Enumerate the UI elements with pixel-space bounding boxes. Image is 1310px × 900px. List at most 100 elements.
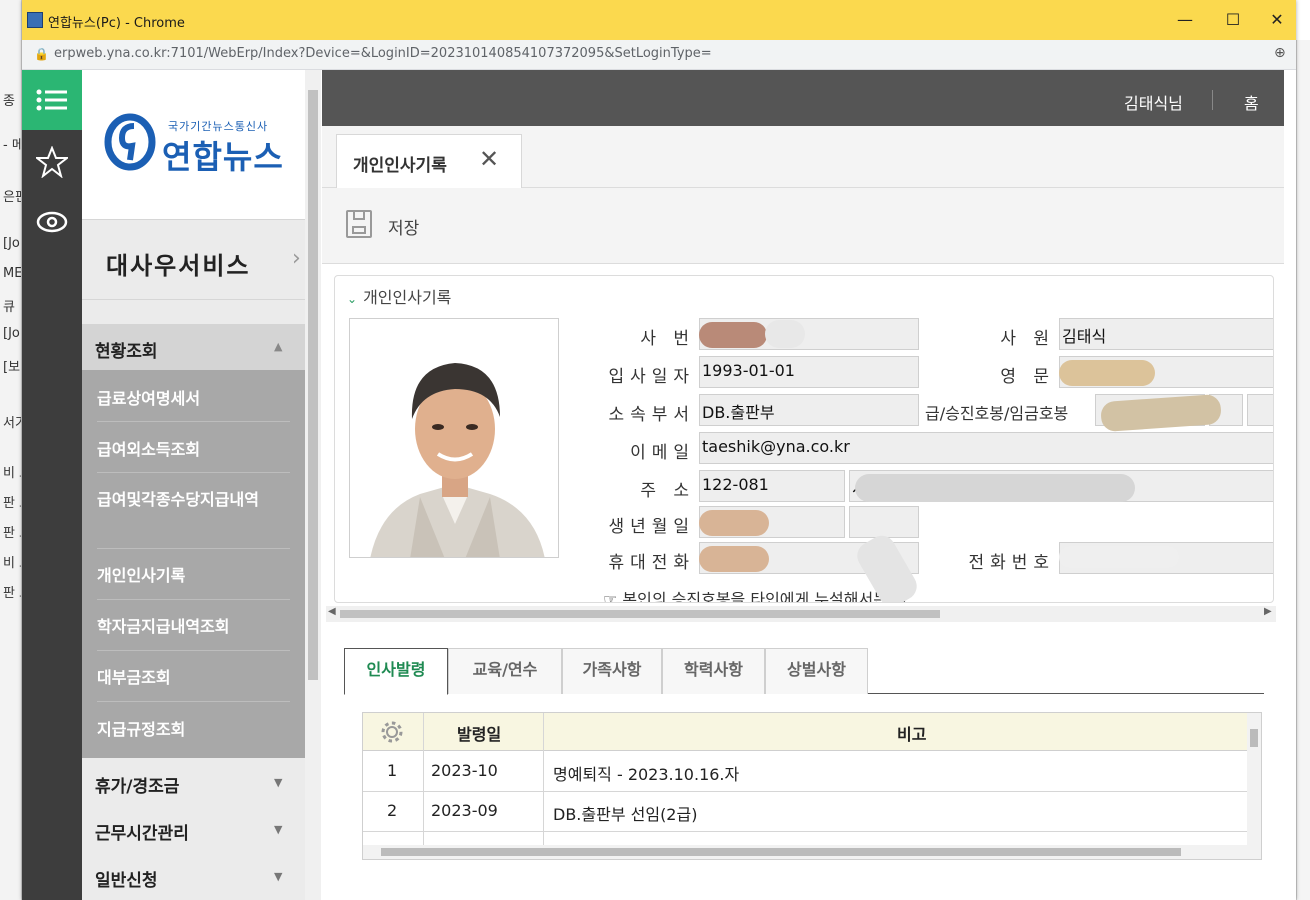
caret-down-icon: ▼ — [274, 823, 283, 836]
scrollbar-thumb[interactable] — [1250, 729, 1258, 747]
dept-label: 소속부서 — [608, 405, 695, 425]
phone-label: 전화번호 — [968, 553, 1055, 573]
cell-date[interactable]: 2023-09 — [431, 801, 498, 820]
sidebar-item-allowances[interactable]: 급여및각종수당지급내역 — [97, 473, 290, 549]
sidebar: 국가기간뉴스통신사 연합뉴스 대사우서비스 › 현황조회 ▲ 급료상여명세서 급… — [82, 70, 321, 900]
caret-up-icon: ▲ — [274, 340, 283, 353]
chevron-right-icon: › — [292, 246, 301, 271]
redaction — [1059, 360, 1155, 386]
dept-field[interactable]: DB.출판부 — [699, 394, 919, 426]
logo[interactable]: 국가기간뉴스통신사 연합뉴스 — [82, 70, 305, 220]
sidebar-scrollbar[interactable] — [305, 70, 321, 900]
settings-gear-icon[interactable] — [379, 719, 405, 745]
divider — [1212, 90, 1213, 110]
portrait-image — [350, 319, 558, 557]
menu-group-status[interactable]: 현황조회 ▲ — [82, 324, 305, 370]
address-label: 주 소 — [640, 481, 695, 501]
home-link[interactable]: 홈 — [1244, 90, 1259, 114]
bg-text: 비 보 — [3, 556, 21, 571]
main-content: 김태식님 홈 개인인사기록 ✕ 저장 ⌄ 개인인사기록 사 번 사 원 김태식 … — [322, 70, 1284, 900]
tab-family[interactable]: 가족사항 — [562, 648, 662, 694]
tab-personnel-record[interactable]: 개인인사기록 ✕ — [336, 134, 522, 188]
menu-group-worktime[interactable]: 근무시간관리 ▼ — [82, 807, 305, 853]
chevron-down-icon: ⌄ — [347, 292, 358, 306]
bg-text: 비 보 — [3, 466, 21, 481]
bg-text: 판 보 — [3, 496, 21, 511]
eye-icon[interactable] — [36, 210, 68, 234]
scrollbar-thumb[interactable] — [308, 90, 318, 680]
maximize-icon[interactable]: ☐ — [1218, 8, 1248, 32]
save-icon[interactable] — [346, 210, 372, 238]
tab-awards[interactable]: 상벌사항 — [765, 648, 868, 694]
row-number: 1 — [387, 761, 398, 780]
section-title[interactable]: 대사우서비스 › — [82, 220, 305, 300]
join-date-label: 입사일자 — [608, 367, 695, 387]
cell-note[interactable]: DB.출판부 선임(2급) — [553, 801, 697, 825]
minimize-icon[interactable]: — — [1170, 8, 1200, 32]
logo-mark-icon — [104, 113, 156, 171]
cell-note[interactable]: 명예퇴직 - 2023.10.16.자 — [553, 761, 739, 785]
join-date-field[interactable]: 1993-01-01 — [699, 356, 919, 388]
menu-group-general[interactable]: 일반신청 ▼ — [82, 854, 305, 900]
zip-field[interactable]: 122-081 — [699, 470, 845, 502]
user-name[interactable]: 김태식님 — [1124, 90, 1183, 114]
notice-text: ☞ 본인의 승진호봉을 타인에게 누설해서는 안 — [603, 590, 908, 603]
hamburger-icon — [36, 89, 67, 111]
bg-text: [Jo — [3, 236, 20, 251]
grid-horizontal-scrollbar[interactable] — [363, 845, 1261, 859]
scrollbar-thumb[interactable] — [340, 610, 940, 618]
toolbar: 저장 — [322, 188, 1284, 264]
menu-button[interactable] — [22, 70, 82, 130]
scroll-left-icon[interactable]: ◀ — [328, 606, 336, 617]
menu-group-label: 휴가/경조금 — [95, 777, 180, 797]
birth-label: 생년월일 — [608, 517, 695, 537]
bg-text: [보 — [3, 360, 21, 375]
close-icon[interactable]: ✕ — [1262, 8, 1292, 32]
menu-group-label: 근무시간관리 — [95, 824, 189, 844]
cell-date[interactable]: 2023-10 — [431, 761, 498, 780]
caret-down-icon: ▼ — [274, 870, 283, 883]
star-icon[interactable] — [36, 146, 68, 178]
url-text[interactable]: erpweb.yna.co.kr:7101/WebErp/Index?Devic… — [54, 46, 712, 61]
bg-text: 판 보 — [3, 586, 21, 601]
bg-text: 종 — [3, 94, 15, 109]
column-header-date[interactable]: 발령일 — [457, 721, 501, 745]
background-window-right — [1296, 40, 1310, 900]
address-bar[interactable]: 🔒 erpweb.yna.co.kr:7101/WebErp/Index?Dev… — [22, 40, 1296, 70]
sidebar-item-personnel-record[interactable]: 개인인사기록 — [97, 549, 290, 600]
email-field[interactable]: taeshik@yna.co.kr — [699, 432, 1273, 464]
column-header-note[interactable]: 비고 — [897, 721, 926, 745]
birth-type-field[interactable] — [849, 506, 919, 538]
top-bar: 김태식님 홈 — [322, 70, 1284, 126]
panel-header[interactable]: ⌄ 개인인사기록 — [347, 284, 451, 308]
personnel-record-panel: ⌄ 개인인사기록 사 번 사 원 김태식 입사일자 1993-01-01 영 문… — [334, 275, 1274, 603]
tab-training[interactable]: 교육/연수 — [448, 648, 562, 694]
name-label: 사 원 — [1000, 329, 1055, 349]
window-title: 연합뉴스(Pc) - Chrome — [48, 16, 185, 31]
row-number: 2 — [387, 801, 398, 820]
scroll-right-icon[interactable]: ▶ — [1264, 606, 1272, 617]
zoom-icon[interactable]: ⊕ — [1274, 45, 1286, 61]
appointments-grid: 발령일 비고 1 2023-10 명예퇴직 - 2023.10.16.자 2 2… — [362, 712, 1262, 860]
sidebar-item-tuition[interactable]: 학자금지급내역조회 — [97, 600, 290, 651]
redaction — [765, 320, 805, 348]
menu-group-label: 현황조회 — [95, 342, 158, 362]
sidebar-item-other-income[interactable]: 급여외소득조회 — [97, 422, 290, 473]
bg-text: [Jo — [3, 326, 20, 341]
eng-name-label: 영 문 — [1000, 367, 1055, 387]
save-button[interactable]: 저장 — [388, 214, 419, 239]
bg-text: 판 보 — [3, 526, 21, 541]
wage-step-field[interactable] — [1247, 394, 1273, 426]
sidebar-item-loan[interactable]: 대부금조회 — [97, 651, 290, 702]
menu-group-leave[interactable]: 휴가/경조금 ▼ — [82, 760, 305, 806]
tab-education[interactable]: 학력사항 — [662, 648, 765, 694]
name-field[interactable]: 김태식 — [1059, 318, 1273, 350]
close-tab-icon[interactable]: ✕ — [479, 145, 499, 173]
scrollbar-thumb[interactable] — [381, 848, 1181, 856]
panel-scrollbar[interactable]: ◀ ▶ — [326, 606, 1276, 622]
tab-appointments[interactable]: 인사발령 — [344, 648, 448, 695]
emp-no-label: 사 번 — [640, 329, 695, 349]
grid-vertical-scrollbar[interactable] — [1247, 713, 1261, 845]
sidebar-item-pay-rules[interactable]: 지급규정조회 — [97, 702, 290, 756]
sidebar-item-payslip[interactable]: 급료상여명세서 — [97, 370, 290, 422]
